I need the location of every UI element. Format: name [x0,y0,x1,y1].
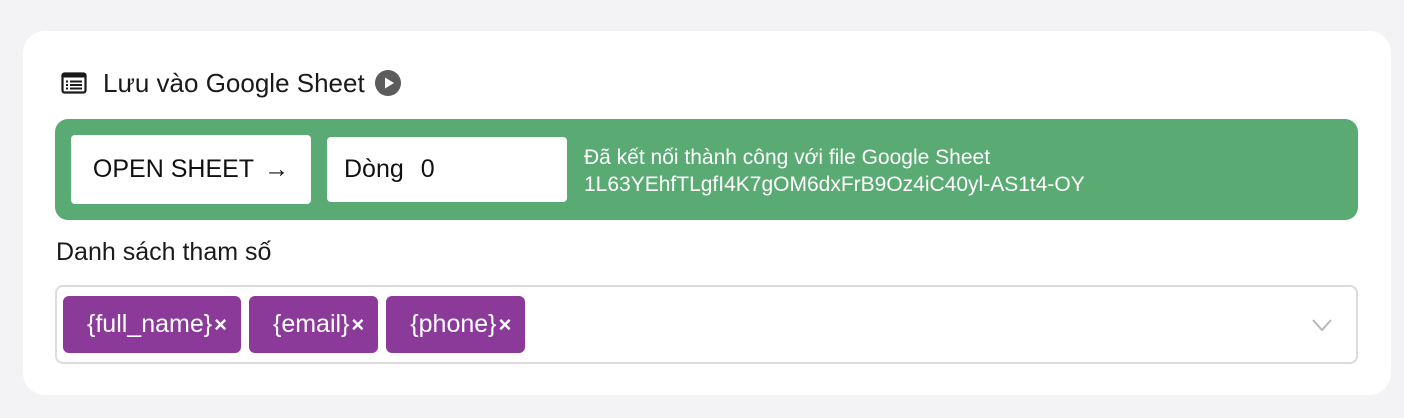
param-tag-full-name: {full_name} × [63,296,241,353]
sheet-id-text: 1L63YEhfTLgfI4K7gOM6dxFrB9Oz4iC40yl-AS1t… [584,173,1085,196]
param-tag-phone: {phone} × [386,296,526,353]
params-label: Danh sách tham số [56,238,272,266]
row-field: Dòng [327,137,567,202]
open-sheet-label: OPEN SHEET [92,155,255,183]
section-title: Lưu vào Google Sheet [103,67,365,98]
param-tag-label: {full_name} [87,310,213,338]
open-sheet-button[interactable]: OPEN SHEET → [71,135,311,204]
remove-tag-icon[interactable]: × [351,312,364,338]
arrow-right-icon: → [264,155,290,183]
remove-tag-icon[interactable]: × [499,312,512,338]
params-multiselect[interactable]: {full_name} × {email} × {phone} × [55,285,1358,364]
sheet-list-icon [61,71,89,95]
param-tag-label: {email} [272,310,350,338]
params-tags: {full_name} × {email} × {phone} × [63,296,533,353]
section-header: Lưu vào Google Sheet [61,67,401,98]
row-label: Dòng [344,155,404,183]
connection-message-line1: Đã kết nối thành công với file Google Sh… [584,146,991,169]
param-tag-label: {phone} [410,310,497,338]
remove-tag-icon[interactable]: × [214,312,227,338]
connection-message: Đã kết nối thành công với file Google Sh… [584,144,1085,198]
chevron-down-icon[interactable] [1310,313,1334,337]
play-circle-icon[interactable] [374,70,401,96]
google-sheet-card: Lưu vào Google Sheet OPEN SHEET → Dòng Đ… [23,31,1391,395]
row-input[interactable] [420,155,541,184]
param-tag-email: {email} × [248,296,379,353]
connection-banner: OPEN SHEET → Dòng Đã kết nối thành công … [55,119,1358,220]
